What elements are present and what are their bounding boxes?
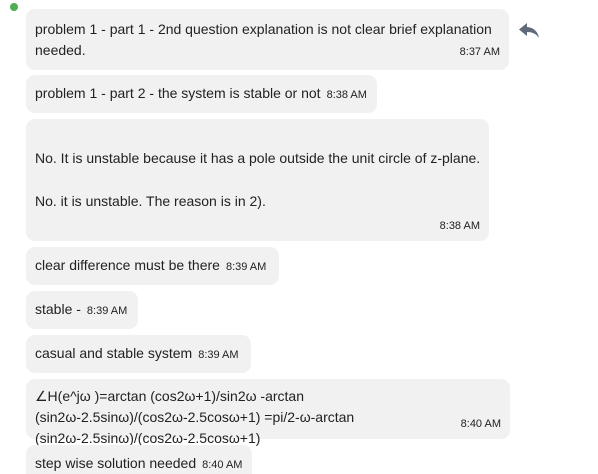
- chat-thread: problem 1 - part 1 - 2nd question explan…: [0, 0, 598, 474]
- message-text: casual and stable system: [35, 345, 193, 361]
- message-bubble[interactable]: No. It is unstable because it has a pole…: [26, 119, 489, 241]
- message-time: 8:40 AM: [202, 459, 243, 471]
- message-bubble[interactable]: ∠H(e^jω )=arctan (cos2ω+1)/sin2ω -arctan…: [26, 379, 510, 446]
- message-text: No. it is unstable. The reason is in 2).: [35, 193, 266, 209]
- message-text: problem 1 - part 1 - 2nd question explan…: [35, 21, 496, 58]
- message-time: 8:39 AM: [225, 261, 267, 273]
- reply-icon[interactable]: [518, 21, 540, 39]
- message-time: 8:38 AM: [439, 220, 480, 232]
- message-text: No. It is unstable because it has a pole…: [35, 150, 481, 166]
- message-bubble[interactable]: casual and stable system 8:39 AM: [26, 335, 251, 373]
- message-text: ∠H(e^jω )=arctan (cos2ω+1)/sin2ω -arctan…: [35, 388, 359, 446]
- message-text: step wise solution needed: [35, 455, 197, 471]
- message-time: 8:39 AM: [198, 349, 239, 361]
- message-bubble[interactable]: problem 1 - part 1 - 2nd question explan…: [26, 9, 509, 70]
- message-time: 8:39 AM: [86, 305, 128, 317]
- message-text: stable -: [35, 301, 81, 317]
- message-bubble[interactable]: clear difference must be there 8:39 AM: [26, 247, 279, 285]
- message-bubble[interactable]: problem 1 - part 2 - the system is stabl…: [26, 75, 377, 113]
- message-bubble[interactable]: step wise solution needed 8:40 AM: [26, 445, 252, 474]
- message-text: problem 1 - part 2 - the system is stabl…: [35, 85, 321, 101]
- online-status-dot: [10, 3, 18, 11]
- message-time: 8:37 AM: [459, 46, 500, 58]
- message-time: 8:38 AM: [326, 89, 367, 101]
- message-bubble[interactable]: stable - 8:39 AM: [26, 291, 138, 329]
- message-time: 8:40 AM: [460, 418, 501, 430]
- message-text: clear difference must be there: [35, 257, 220, 273]
